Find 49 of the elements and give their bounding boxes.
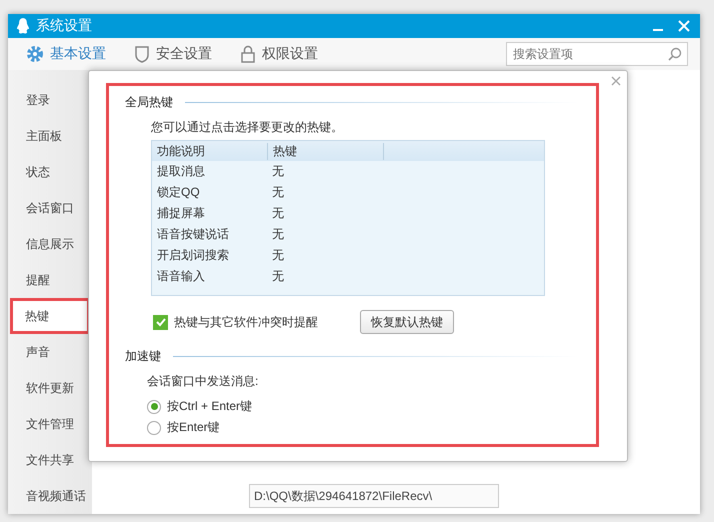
sidebar-item[interactable]: 信息展示 (10, 226, 90, 262)
table-cell-text: 无 (271, 247, 285, 264)
search-icon (668, 46, 682, 61)
column-header[interactable]: 热键 (268, 142, 384, 160)
table-cell-text: 捕捉屏幕 (156, 205, 206, 222)
table-cell-text: 语音按键说话 (156, 226, 230, 243)
section-title: 加速键 (125, 348, 161, 365)
gear-icon (26, 44, 44, 63)
table-cell-text: 语音输入 (156, 268, 206, 285)
table-cell-text: 无 (271, 226, 285, 243)
sidebar-item[interactable]: 文件共享 (10, 442, 90, 478)
settings-tab[interactable]: 基本设置 (50, 44, 106, 63)
table-cell-text: 锁定QQ (156, 184, 201, 201)
prompt-text: 会话窗口中发送消息: (147, 373, 260, 390)
radio-button[interactable] (147, 420, 161, 434)
table-cell-text: 无 (271, 268, 285, 285)
sidebar-item[interactable]: 声音 (10, 334, 90, 370)
section-title: 全局热键 (125, 94, 173, 111)
checkbox-label: 热键与其它软件冲突时提醒 (174, 314, 318, 330)
table-cell-text: 无 (271, 205, 285, 222)
sidebar-item[interactable]: 热键 (10, 298, 90, 334)
shield-icon (134, 44, 150, 63)
sidebar-item[interactable]: 登录 (10, 82, 90, 118)
sidebar-item[interactable]: 音视频通话 (10, 478, 90, 514)
column-header[interactable]: 功能说明 (152, 142, 268, 160)
table-cell-text: 无 (271, 184, 285, 201)
path-field[interactable]: D:\QQ\数据\294641872\FileRecv\ (249, 484, 499, 508)
settings-tab[interactable]: 权限设置 (262, 44, 318, 63)
search-field[interactable]: 搜索设置项 (506, 42, 688, 66)
restore-defaults-button[interactable]: 恢复默认热键 (360, 310, 454, 334)
sidebar-item[interactable]: 会话窗口 (10, 190, 90, 226)
sidebar-item[interactable]: 状态 (10, 154, 90, 190)
lock-icon (240, 44, 256, 63)
table-cell-text: 开启划词搜索 (156, 247, 230, 264)
settings-tab[interactable]: 安全设置 (156, 44, 212, 63)
sidebar-item[interactable]: 提醒 (10, 262, 90, 298)
radio-label: 按Enter键 (167, 419, 220, 436)
table-cell-text: 提取消息 (156, 163, 206, 180)
radio-button[interactable] (147, 400, 161, 414)
sidebar-item[interactable]: 软件更新 (10, 370, 90, 406)
window-title: 系统设置 (36, 16, 92, 35)
checkbox[interactable] (153, 314, 168, 330)
penguin-icon (16, 18, 30, 34)
table-cell-text: 无 (271, 163, 285, 180)
description-text: 您可以通过点击选择要更改的热键。 (151, 119, 344, 136)
close-icon[interactable] (611, 76, 621, 86)
sidebar-item[interactable]: 文件管理 (10, 406, 90, 442)
radio-label: 按Ctrl + Enter键 (167, 398, 252, 415)
sidebar-item[interactable]: 主面板 (10, 118, 90, 154)
